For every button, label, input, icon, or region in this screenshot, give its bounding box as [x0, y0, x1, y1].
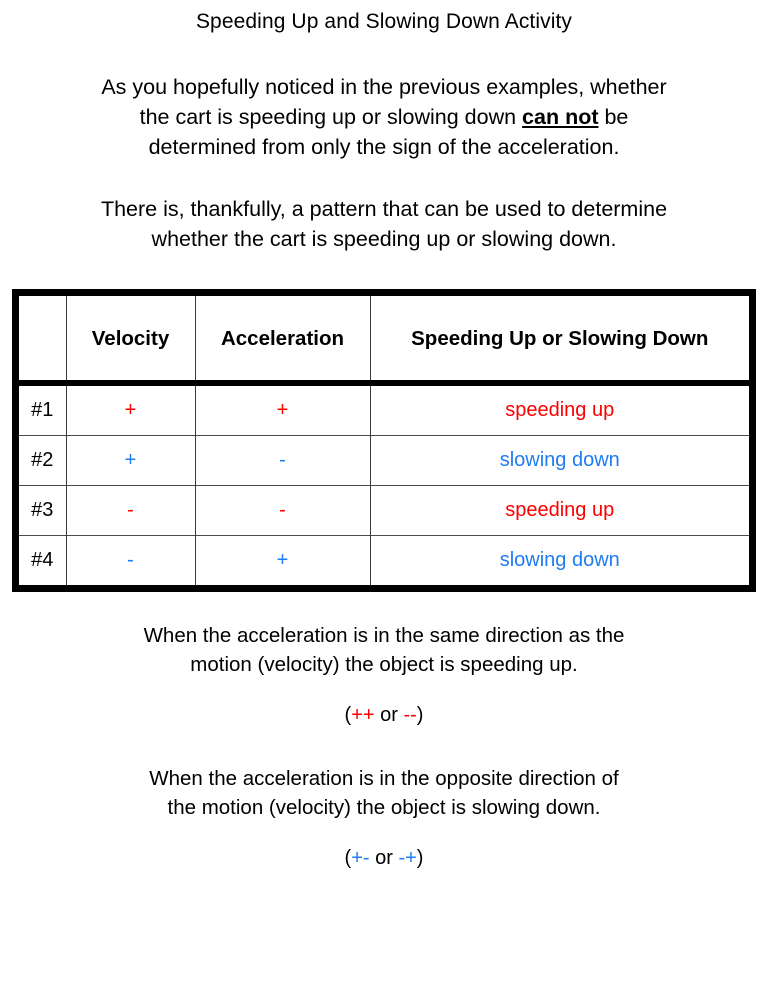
table-row: #1 + + speeding up [19, 383, 749, 436]
sign-or: or [374, 704, 404, 726]
cell-velocity: + [65, 435, 196, 486]
intro-line-2-prefix: the cart is speeding up or slowing down [139, 105, 523, 129]
sign-or: or [369, 847, 399, 869]
intro-paragraph: As you hopefully noticed in the previous… [0, 72, 768, 162]
rule-opposite-direction: When the acceleration is in the opposite… [0, 764, 768, 871]
intro-line-3: determined from only the sign of the acc… [148, 135, 620, 159]
pattern-line-1: There is, thankfully, a pattern that can… [100, 197, 668, 221]
table-row: #3 - - speeding up [19, 485, 749, 536]
rule-opposite-text: When the acceleration is in the opposite… [0, 764, 768, 822]
intro-emphasis-cannot: can not [522, 105, 599, 129]
cell-velocity: + [65, 383, 196, 436]
cell-acceleration: - [194, 485, 371, 536]
rules-table-container: Velocity Acceleration Speeding Up or Slo… [12, 289, 756, 592]
rule-same-text: When the acceleration is in the same dir… [0, 621, 768, 679]
sign-pair-second: -+ [398, 847, 417, 869]
rule-opposite-signs: (+- or -+) [0, 845, 768, 871]
table-row: #2 + - slowing down [19, 435, 749, 486]
column-header-velocity: Velocity [65, 296, 196, 386]
rule-same-line-1: When the acceleration is in the same dir… [143, 624, 625, 647]
table-row: #4 - + slowing down [19, 535, 749, 585]
paren-close: ) [416, 704, 424, 726]
sign-pair-first: +- [351, 847, 370, 869]
cell-acceleration: + [194, 383, 371, 436]
cell-result: speeding up [369, 485, 749, 536]
cell-acceleration: - [194, 435, 371, 486]
cell-result: slowing down [369, 435, 749, 486]
table-body: #1 + + speeding up #2 + - slowing down #… [19, 383, 749, 585]
cell-velocity: - [65, 485, 196, 536]
row-label: #3 [19, 485, 67, 536]
sign-pair-first: ++ [351, 704, 375, 726]
intro-line-1: As you hopefully noticed in the previous… [101, 75, 667, 99]
row-label: #1 [19, 383, 67, 436]
cell-result: speeding up [369, 383, 749, 436]
cell-result: slowing down [369, 535, 749, 585]
table-head: Velocity Acceleration Speeding Up or Slo… [19, 296, 749, 386]
table-header-row: Velocity Acceleration Speeding Up or Slo… [19, 296, 749, 386]
column-header-result: Speeding Up or Slowing Down [369, 296, 749, 386]
cell-velocity: - [65, 535, 196, 585]
slide-page: Speeding Up and Slowing Down Activity As… [0, 0, 768, 994]
rules-table: Velocity Acceleration Speeding Up or Slo… [19, 296, 749, 585]
pattern-paragraph: There is, thankfully, a pattern that can… [0, 194, 768, 254]
rule-same-line-2: motion (velocity) the object is speeding… [190, 653, 578, 676]
pattern-line-2: whether the cart is speeding up or slowi… [151, 227, 617, 251]
column-header-acceleration: Acceleration [194, 296, 371, 386]
column-header-number [19, 296, 67, 386]
sign-pair-second: -- [403, 704, 417, 726]
cell-acceleration: + [194, 535, 371, 585]
row-label: #4 [19, 535, 67, 585]
intro-line-2-suffix: be [598, 105, 629, 129]
paren-close: ) [416, 847, 424, 869]
rule-same-direction: When the acceleration is in the same dir… [0, 621, 768, 728]
rule-opposite-line-2: the motion (velocity) the object is slow… [167, 796, 601, 819]
rule-opposite-line-1: When the acceleration is in the opposite… [149, 767, 619, 790]
page-title: Speeding Up and Slowing Down Activity [195, 10, 573, 33]
row-label: #2 [19, 435, 67, 486]
rule-same-signs: (++ or --) [0, 702, 768, 728]
